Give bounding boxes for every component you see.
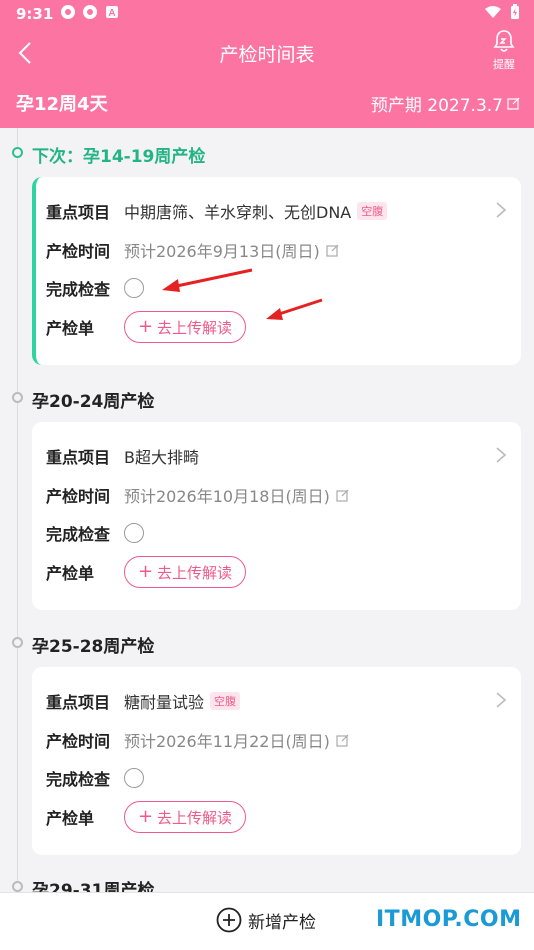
pregnancy-week: 孕12周4天 (16, 94, 108, 115)
done-check-label: 完成检查 (46, 525, 111, 544)
section-title: 孕20-24周产检 (32, 392, 155, 412)
timeline-line (17, 128, 18, 888)
add-exam-button[interactable]: 新增产检 (216, 907, 316, 933)
annotation-arrow-icon (162, 268, 253, 292)
exam-time-label: 产检时间 (46, 732, 111, 751)
plus-circle-icon (216, 907, 242, 933)
exam-sheet-label: 产检单 (46, 564, 95, 583)
chevron-right-icon[interactable] (495, 446, 507, 464)
status-time: 9:31 (16, 5, 54, 23)
upload-button[interactable]: + 去上传解读 (124, 311, 246, 343)
wifi-icon (485, 6, 501, 18)
done-check-label: 完成检查 (46, 280, 111, 299)
key-items-row: 重点项目 B超大排畸 (46, 444, 199, 468)
exam-time-label: 产检时间 (46, 242, 111, 261)
done-checkbox[interactable] (124, 768, 144, 788)
bell-icon (493, 30, 515, 52)
done-checkbox[interactable] (124, 278, 144, 298)
key-items-value: 中期唐筛、羊水穿刺、无创DNA (124, 203, 352, 222)
section-title: 孕25-28周产检 (32, 637, 155, 657)
fasting-tag: 空腹 (210, 692, 241, 710)
timeline-dot (12, 392, 23, 403)
exam-time-value: 预计2026年10月18日(周日) (124, 487, 330, 506)
edit-icon[interactable] (326, 244, 339, 257)
status-bar: 9:31 A (0, 0, 534, 28)
done-check-label: 完成检查 (46, 770, 111, 789)
key-items-value: B超大排畸 (124, 448, 199, 467)
fasting-tag: 空腹 (357, 202, 388, 220)
exam-time-value: 预计2026年11月22日(周日) (124, 732, 330, 751)
section-title: 下次：孕14-19周产检 (32, 147, 206, 167)
key-items-label: 重点项目 (46, 203, 111, 222)
timeline-dot (12, 147, 23, 158)
edit-icon[interactable] (336, 734, 349, 747)
plus-icon: + (137, 316, 154, 337)
remind-button[interactable]: 提醒 (488, 28, 520, 74)
key-items-row: 重点项目 糖耐量试验 空腹 (46, 689, 241, 713)
done-check-row: 完成检查 (46, 521, 144, 545)
done-check-row: 完成检查 (46, 276, 144, 300)
exam-sheet-label: 产检单 (46, 809, 95, 828)
battery-icon (511, 4, 519, 19)
done-checkbox[interactable] (124, 523, 144, 543)
exam-sheet-row: 产检单 + 去上传解读 (46, 311, 246, 343)
bottom-bar: 新增产检 ITMOP.COM (0, 892, 534, 950)
remind-label: 提醒 (493, 58, 515, 71)
upload-button-label: 去上传解读 (157, 808, 233, 827)
exam-sheet-label: 产检单 (46, 319, 95, 338)
plus-icon: + (137, 561, 154, 582)
add-exam-label: 新增产检 (248, 912, 316, 933)
timeline-dot (12, 637, 23, 648)
exam-card[interactable]: 重点项目 中期唐筛、羊水穿刺、无创DNA 空腹 产检时间 预计2026年9月13… (32, 177, 521, 365)
key-items-value: 糖耐量试验 (124, 693, 205, 712)
exam-sheet-row: 产检单 + 去上传解读 (46, 556, 246, 588)
key-items-label: 重点项目 (46, 693, 111, 712)
done-check-row: 完成检查 (46, 766, 144, 790)
upload-button[interactable]: + 去上传解读 (124, 556, 246, 588)
due-date[interactable]: 预产期 2027.3.7 (371, 91, 520, 116)
annotation-arrow-icon (266, 298, 323, 320)
a-icon: A (106, 6, 118, 19)
exam-time-row[interactable]: 产检时间 预计2026年10月18日(周日) (46, 483, 349, 507)
exam-time-value: 预计2026年9月13日(周日) (124, 242, 320, 261)
chevron-right-icon[interactable] (495, 201, 507, 219)
exam-time-row[interactable]: 产检时间 预计2026年11月22日(周日) (46, 728, 349, 752)
timeline-dot (12, 881, 23, 892)
nav-bar: 产检时间表 提醒 (0, 28, 534, 80)
upload-button-label: 去上传解读 (157, 318, 233, 337)
page-title: 产检时间表 (219, 44, 315, 66)
exam-time-label: 产检时间 (46, 487, 111, 506)
exam-sheet-row: 产检单 + 去上传解读 (46, 801, 246, 833)
edit-icon[interactable] (336, 489, 349, 502)
exam-card[interactable]: 重点项目 B超大排畸 产检时间 预计2026年10月18日(周日) 完成检查 产… (32, 422, 521, 610)
plus-icon: + (137, 806, 154, 827)
exam-time-row[interactable]: 产检时间 预计2026年9月13日(周日) (46, 238, 339, 262)
key-items-row: 重点项目 中期唐筛、羊水穿刺、无创DNA 空腹 (46, 199, 388, 223)
chevron-right-icon[interactable] (495, 691, 507, 709)
edit-icon (507, 97, 520, 110)
due-date-label: 预产期 2027.3.7 (370, 96, 503, 116)
watermark: ITMOP.COM (376, 907, 522, 932)
svg-text:A: A (108, 8, 115, 19)
key-items-label: 重点项目 (46, 448, 111, 467)
app-icon-2 (83, 5, 97, 19)
upload-button[interactable]: + 去上传解读 (124, 801, 246, 833)
exam-card[interactable]: 重点项目 糖耐量试验 空腹 产检时间 预计2026年11月22日(周日) 完成检… (32, 667, 521, 855)
app-icon-1 (61, 5, 75, 19)
upload-button-label: 去上传解读 (157, 563, 233, 582)
